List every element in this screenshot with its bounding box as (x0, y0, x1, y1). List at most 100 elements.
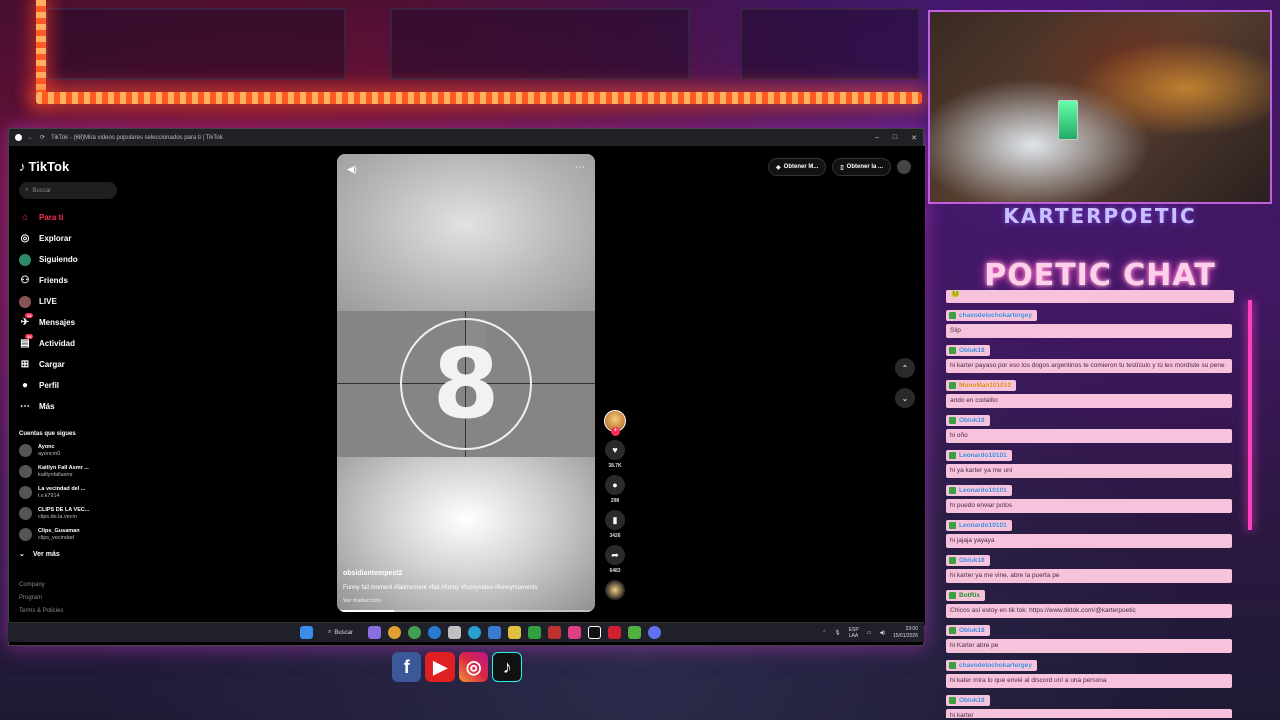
chat-username-tag: Leonardo10101 (946, 450, 1012, 461)
nav-item-mas[interactable]: ⋯ Más (19, 396, 117, 417)
app-icon[interactable] (628, 626, 642, 639)
tiktok-icon: ♪ (492, 652, 522, 682)
see-more-button[interactable]: ⌄ Ver más (19, 547, 117, 561)
more-options-icon[interactable]: ⋯ (575, 162, 585, 173)
video-author[interactable]: obsidiantempest2 (343, 570, 589, 577)
avatar (19, 465, 32, 478)
badge-icon (949, 557, 956, 564)
close-button[interactable]: ✕ (911, 134, 917, 142)
clock-time: 23:00 (905, 625, 918, 632)
chrome-icon[interactable] (388, 626, 402, 639)
tiktok-icon[interactable] (588, 626, 602, 639)
following-account[interactable]: La vecindad del ... l.v.k7914 (19, 482, 117, 503)
discord-icon[interactable] (648, 626, 662, 639)
app-icon[interactable] (608, 626, 622, 639)
nav-item-explorar[interactable]: ◎ Explorar (19, 228, 117, 249)
network-icon[interactable]: ▭ (867, 630, 872, 636)
edge-icon[interactable] (468, 626, 482, 639)
copilot-icon[interactable] (368, 626, 382, 639)
folder-icon[interactable] (508, 626, 522, 639)
chat-username-tag: Obluk18 (946, 345, 990, 356)
following-account[interactable]: CLIPS DE LA VEC... clips.de.la.vecin (19, 503, 117, 524)
music-disc-icon[interactable] (605, 580, 625, 600)
home-icon: ⌂ (21, 212, 29, 223)
chat-message-text: hi puedo enviar potos (946, 499, 1232, 513)
countdown-leader: 8 (337, 311, 595, 457)
microphone-icon[interactable]: 🎙 (834, 630, 840, 636)
reload-icon[interactable]: ⟳ (40, 134, 45, 141)
follow-plus-icon[interactable]: + (611, 427, 620, 436)
nav-item-mensajes[interactable]: ✈ 14 Mensajes (19, 312, 117, 333)
minimize-button[interactable]: – (875, 134, 879, 142)
get-coins-button[interactable]: ◈ Obtener M... (768, 158, 827, 176)
wall-frame (390, 8, 690, 80)
chat-username-tag: chavodelochokartergey (946, 310, 1037, 321)
app-icon[interactable] (548, 626, 562, 639)
button-label: Obtener M... (783, 164, 819, 170)
heart-icon[interactable]: ♥ (605, 440, 625, 460)
comment-icon[interactable]: ● (605, 475, 625, 495)
share-action[interactable]: ➦ 6483 (601, 545, 629, 574)
tiktok-logo[interactable]: ♪ TikTok (19, 152, 117, 180)
following-account[interactable]: Ayonc ayoncm0 (19, 440, 117, 461)
store-icon[interactable] (488, 626, 502, 639)
chat-message: chavodelochokartergey hi kater mira lo qu… (946, 656, 1234, 688)
xbox-icon[interactable] (528, 626, 542, 639)
video-progress-bar[interactable] (337, 610, 595, 612)
nav-item-cargar[interactable]: ⊞ Cargar (19, 354, 117, 375)
volume-icon[interactable]: ◀) (347, 164, 357, 175)
tab-title[interactable]: TikTok - (68)Mira videos populares selec… (51, 135, 223, 141)
chat-message: Leonardo10101 hi ya karter ya me uní (946, 446, 1234, 478)
previous-video-button[interactable]: ⌃ (895, 358, 915, 378)
video-player[interactable]: 8 ◀) ⋯ obsidiantempest2 Funny fail momen… (337, 154, 595, 612)
nav-item-friends[interactable]: ⚇ Friends (19, 270, 117, 291)
get-app-button[interactable]: ▯ Obtener la ... (832, 158, 891, 176)
share-icon[interactable]: ➦ (605, 545, 625, 565)
browser-icon[interactable] (428, 626, 442, 639)
bookmark-action[interactable]: ▮ 3426 (601, 510, 629, 539)
comment-action[interactable]: ● 298 (601, 475, 629, 504)
nav-item-actividad[interactable]: ▤ 44 Actividad (19, 333, 117, 354)
like-action[interactable]: ♥ 38.7K (601, 440, 629, 469)
device-icon: ▯ (840, 164, 844, 171)
chat-message-text: hi karter (946, 709, 1232, 718)
video-progress-fill (337, 610, 394, 612)
chevron-up-icon[interactable]: ⌃ (822, 630, 826, 636)
next-video-button[interactable]: ⌄ (895, 388, 915, 408)
windows-start-icon[interactable] (300, 626, 313, 639)
following-account[interactable]: Clips_Gusaman clips_vecindad (19, 524, 117, 545)
following-account[interactable]: Kaitlyn Fall Asmr ... kaitlynfallasmr (19, 461, 117, 482)
search-label: Buscar (334, 629, 354, 636)
chat-panel: 🐸 chavodelochokartergey Slip Obluk18 hi kar… (946, 290, 1234, 718)
following-icon (19, 253, 31, 266)
creator-avatar[interactable]: + (604, 410, 626, 436)
chat-username: Obluk18 (959, 417, 985, 424)
volume-icon[interactable]: ◀) (879, 630, 885, 636)
nav-item-siguiendo[interactable]: Siguiendo (19, 249, 117, 270)
chrome-icon[interactable] (408, 626, 422, 639)
taskbar-search[interactable]: ⌕ Buscar (320, 629, 361, 636)
chat-username: chavodelochokartergey (959, 662, 1032, 669)
footer-link[interactable]: Terms & Policies (19, 605, 117, 618)
nav-item-perfil[interactable]: ● Perfil (19, 375, 117, 396)
footer-link[interactable]: Company (19, 579, 117, 592)
chat-message-text: 🐸 (946, 290, 1234, 303)
bookmark-icon[interactable]: ▮ (605, 510, 625, 530)
clock-date: 15/01/2026 (892, 632, 918, 639)
maximize-button[interactable]: □ (893, 134, 897, 142)
calendar-icon[interactable] (448, 626, 462, 639)
profile-avatar[interactable] (897, 160, 911, 174)
badge-icon (949, 312, 956, 319)
footer-link[interactable]: Program (19, 592, 117, 605)
language-indicator[interactable]: ESP LAA (849, 627, 859, 639)
chat-message: BotRix Chicos así estoy en tik tok: https… (946, 586, 1234, 618)
nav-item-live[interactable]: LIVE (19, 291, 117, 312)
chat-list: chavodelochokartergey Slip Obluk18 hi karte… (946, 306, 1234, 718)
tiktok-app-icon[interactable] (568, 626, 582, 639)
back-icon[interactable]: ← (28, 135, 34, 141)
chat-username-tag: Obluk18 (946, 415, 990, 426)
clock[interactable]: 23:00 15/01/2026 (893, 626, 918, 640)
search-input[interactable]: ⌕ Buscar (19, 182, 117, 199)
translate-link[interactable]: Ver traducción (343, 598, 589, 604)
nav-item-para-ti[interactable]: ⌂ Para ti (19, 207, 117, 228)
